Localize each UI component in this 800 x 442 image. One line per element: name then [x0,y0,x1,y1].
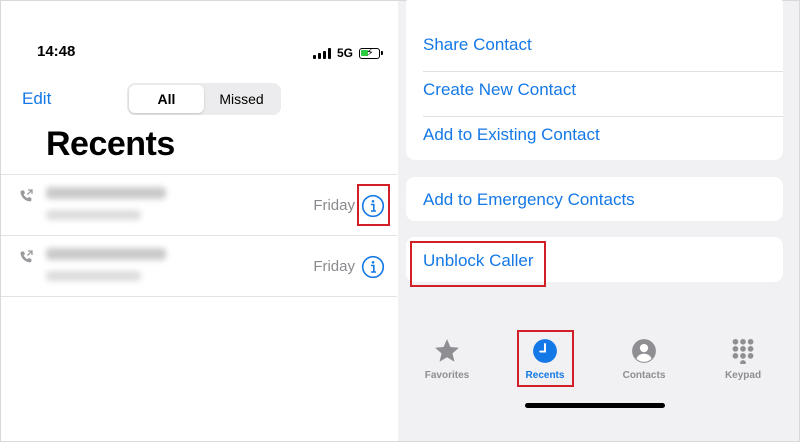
tab-label: Contacts [622,370,666,381]
segmented-control: All Missed [127,83,281,115]
call-day: Friday [313,197,355,214]
contact-actions-group: Share Contact Create New Contact Add to … [406,0,783,160]
redacted-caller-detail [46,210,141,220]
tab-label: Keypad [724,370,762,381]
cellular-signal-icon [313,47,331,59]
star-icon [435,339,459,362]
outgoing-call-icon [20,250,33,263]
unblock-highlight-box [410,241,546,287]
share-contact-button[interactable]: Share Contact [423,35,532,55]
emergency-contacts-group: Add to Emergency Contacts [406,177,783,221]
network-type: 5G [337,46,354,60]
tab-bar: Favorites Recents Contacts Keypad [398,331,799,391]
divider [423,71,783,72]
contact-details-screen: Share Contact Create New Contact Add to … [398,0,799,441]
page-title: Recents [46,125,175,163]
home-indicator[interactable] [525,403,665,408]
info-icon[interactable] [361,255,385,279]
status-time: 14:48 [37,43,76,60]
call-day: Friday [313,258,355,275]
outgoing-call-icon [20,189,33,202]
redacted-caller-name [46,248,166,260]
redacted-caller-detail [46,271,141,281]
tab-favorites[interactable]: Favorites [412,337,482,381]
segment-all[interactable]: All [129,85,204,113]
battery-charging-icon: ⚡ [359,47,384,59]
tab-contacts[interactable]: Contacts [609,337,679,381]
tab-label: Favorites [424,370,470,381]
recents-screen: 14:48 5G ⚡ Edit All Missed Recents Frida… [1,1,397,441]
redacted-caller-name [46,187,166,199]
recent-call-row[interactable]: Friday [1,235,397,297]
recent-call-row[interactable]: Friday [1,174,397,236]
edit-button[interactable]: Edit [22,89,51,109]
person-icon [632,339,656,363]
divider [423,116,783,117]
tab-keypad[interactable]: Keypad [708,337,778,381]
keypad-icon [732,338,754,364]
create-new-contact-button[interactable]: Create New Contact [423,80,576,100]
add-to-emergency-contacts-button[interactable]: Add to Emergency Contacts [423,190,635,210]
info-icon-highlight-box [357,184,390,226]
recents-tab-highlight-box [517,330,574,387]
add-to-existing-contact-button[interactable]: Add to Existing Contact [423,125,600,145]
status-indicators: 5G ⚡ [313,46,384,60]
segment-missed[interactable]: Missed [204,85,279,113]
